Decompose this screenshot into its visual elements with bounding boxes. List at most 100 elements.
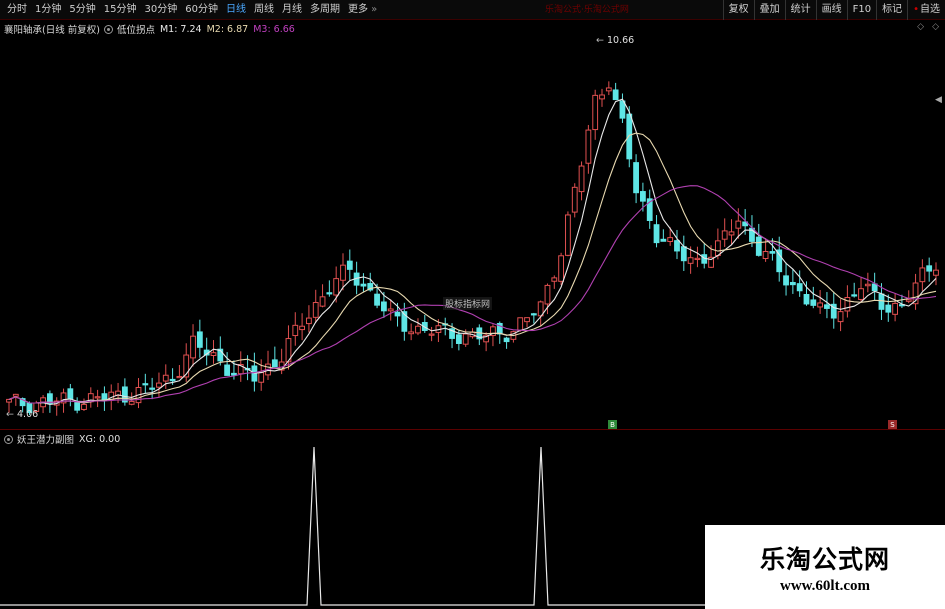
candle-up bbox=[524, 317, 530, 323]
candle-up bbox=[585, 129, 592, 164]
brand-title: 乐淘公式网 bbox=[759, 544, 890, 574]
candle-up bbox=[408, 331, 415, 335]
candle-up bbox=[728, 231, 735, 236]
candle-up bbox=[462, 333, 469, 345]
candle-up bbox=[578, 165, 585, 193]
settings-gear-icon[interactable] bbox=[4, 434, 13, 444]
candle-down bbox=[380, 301, 387, 312]
candle-up bbox=[156, 382, 162, 388]
low-price-label: ← 4.06 bbox=[6, 409, 39, 420]
panel-divider[interactable] bbox=[0, 429, 945, 430]
candle-up bbox=[340, 264, 346, 281]
candle-up bbox=[210, 352, 217, 357]
candle-up bbox=[892, 302, 899, 315]
sub-chart-legend: 妖王潜力副图 XG: 0.00 bbox=[4, 432, 120, 446]
candle-up bbox=[858, 288, 864, 300]
candle-down bbox=[824, 304, 830, 309]
candle-down bbox=[326, 292, 333, 295]
candle-down bbox=[810, 299, 817, 306]
center-watermark: 股标指标网 bbox=[443, 297, 493, 310]
high-price-label: ← 10.66 bbox=[596, 35, 635, 46]
candle-up bbox=[551, 277, 558, 282]
candle-up bbox=[735, 220, 742, 229]
candle-up bbox=[387, 308, 394, 312]
candle-down bbox=[674, 240, 680, 252]
candle-down bbox=[660, 238, 667, 242]
candle-up bbox=[762, 251, 769, 260]
candle-down bbox=[271, 359, 278, 368]
ma-line-m1 bbox=[8, 98, 937, 406]
candle-down bbox=[926, 265, 933, 272]
candle-down bbox=[851, 294, 858, 297]
candle-down bbox=[619, 100, 626, 119]
candle-up bbox=[605, 87, 612, 92]
candle-up bbox=[837, 311, 844, 323]
candle-up bbox=[687, 257, 694, 264]
brand-watermark: 乐淘公式网 www.60lt.com bbox=[705, 525, 945, 609]
candle-up bbox=[306, 317, 312, 325]
candle-down bbox=[74, 402, 81, 411]
candle-up bbox=[333, 278, 340, 296]
candle-down bbox=[783, 275, 789, 286]
candle-up bbox=[312, 302, 319, 318]
candle-up bbox=[6, 398, 12, 403]
candle-up bbox=[190, 335, 196, 359]
candle-up bbox=[714, 240, 721, 257]
candle-up bbox=[599, 94, 605, 100]
candle-up bbox=[94, 396, 101, 399]
candle-down bbox=[67, 388, 74, 400]
candle-up bbox=[592, 94, 599, 131]
candle-up bbox=[128, 400, 135, 405]
sub-chart-name[interactable]: 妖王潜力副图 bbox=[17, 432, 74, 446]
candle-up bbox=[258, 372, 265, 383]
candle-down bbox=[653, 224, 660, 244]
candle-down bbox=[503, 337, 510, 343]
candle-up bbox=[844, 297, 851, 312]
candle-down bbox=[878, 293, 885, 310]
candle-up bbox=[864, 283, 871, 287]
xg-signal-line bbox=[0, 446, 705, 606]
candle-up bbox=[817, 302, 824, 308]
ma-line-m3 bbox=[8, 185, 937, 404]
candle-up bbox=[558, 255, 565, 282]
candle-up bbox=[571, 186, 578, 213]
candle-up bbox=[919, 267, 926, 283]
candle-up bbox=[565, 214, 571, 256]
candle-down bbox=[803, 294, 810, 305]
candle-down bbox=[360, 283, 367, 287]
candle-down bbox=[755, 236, 762, 256]
candle-down bbox=[612, 89, 619, 101]
candle-up bbox=[81, 403, 87, 410]
candle-up bbox=[415, 325, 421, 334]
candle-down bbox=[796, 283, 803, 292]
candle-down bbox=[626, 113, 633, 160]
candle-down bbox=[640, 191, 646, 202]
ma-line-m2 bbox=[8, 132, 937, 404]
candle-down bbox=[769, 251, 776, 254]
candle-up bbox=[721, 230, 728, 240]
candle-down bbox=[169, 378, 176, 382]
candle-down bbox=[789, 281, 796, 286]
candle-up bbox=[12, 393, 19, 397]
candle-up bbox=[517, 317, 524, 331]
candle-up bbox=[319, 296, 326, 307]
candle-up bbox=[544, 284, 551, 305]
candle-up bbox=[428, 333, 435, 336]
candle-down bbox=[224, 364, 231, 376]
candle-down bbox=[394, 311, 401, 317]
moving-average-lines bbox=[8, 98, 937, 406]
candle-up bbox=[933, 269, 939, 276]
candle-up bbox=[292, 324, 299, 337]
candle-down bbox=[633, 162, 639, 194]
candle-down bbox=[231, 372, 237, 376]
candle-up bbox=[694, 257, 701, 261]
candlesticks bbox=[6, 81, 939, 416]
candle-up bbox=[299, 325, 305, 331]
candle-down bbox=[374, 293, 380, 306]
candle-up bbox=[905, 299, 912, 302]
candle-down bbox=[455, 334, 462, 344]
sub-chart-value: XG: 0.00 bbox=[79, 433, 121, 445]
candle-up bbox=[667, 237, 674, 242]
candle-down bbox=[142, 383, 149, 386]
candle-down bbox=[149, 387, 156, 390]
